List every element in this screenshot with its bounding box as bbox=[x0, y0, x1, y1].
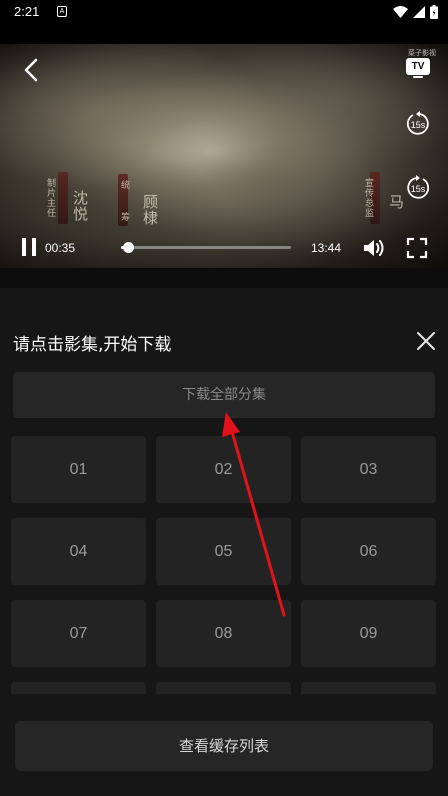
fullscreen-icon[interactable] bbox=[406, 237, 428, 259]
player-controls: 00:35 13:44 bbox=[0, 232, 448, 264]
video-calligraphy: 筹 bbox=[119, 212, 129, 222]
episode-grid: 01 02 03 04 05 06 07 08 09 bbox=[11, 436, 437, 694]
watermark: 菜子影视 bbox=[408, 49, 436, 57]
episode-button[interactable] bbox=[156, 682, 291, 694]
wifi-icon bbox=[393, 6, 408, 18]
status-bar: 2:21 A bbox=[0, 0, 448, 24]
status-icons bbox=[393, 5, 438, 19]
signal-icon bbox=[413, 6, 425, 18]
video-calligraphy: 宣传总监 bbox=[363, 178, 373, 218]
scroll-decoration bbox=[58, 172, 68, 224]
tv-icon: TV bbox=[406, 58, 430, 75]
seek-thumb[interactable] bbox=[123, 242, 135, 253]
close-icon[interactable] bbox=[415, 330, 437, 352]
rewind-icon: 15s bbox=[406, 111, 429, 135]
episode-button[interactable]: 09 bbox=[301, 600, 436, 667]
current-time: 00:35 bbox=[45, 241, 76, 255]
episode-button[interactable]: 08 bbox=[156, 600, 291, 667]
divider bbox=[0, 268, 448, 288]
back-icon[interactable] bbox=[18, 56, 46, 84]
episode-button[interactable]: 05 bbox=[156, 518, 291, 585]
forward-label: 15s bbox=[411, 184, 426, 194]
battery-icon bbox=[430, 5, 438, 19]
cast-tv-button[interactable]: TV bbox=[406, 58, 430, 80]
video-calligraphy: 沈悦 bbox=[71, 190, 89, 222]
episode-button[interactable]: 01 bbox=[11, 436, 146, 503]
forward-15s-button[interactable]: 15s bbox=[404, 174, 432, 202]
episode-button[interactable] bbox=[11, 682, 146, 694]
rewind-label: 15s bbox=[411, 120, 426, 130]
notification-icon: A bbox=[57, 6, 67, 17]
status-time: 2:21 bbox=[14, 4, 40, 19]
video-calligraphy: 顾棣 bbox=[141, 194, 159, 226]
episode-button[interactable]: 02 bbox=[156, 436, 291, 503]
video-calligraphy: 制片主任 bbox=[45, 178, 55, 218]
episode-button[interactable]: 06 bbox=[301, 518, 436, 585]
seek-bar[interactable] bbox=[121, 242, 291, 253]
download-all-button[interactable]: 下载全部分集 bbox=[13, 372, 435, 418]
video-calligraphy: 统 bbox=[119, 180, 129, 190]
video-player[interactable]: 制片主任 沈悦 统 筹 顾棣 宣传总监 马 菜子影视 TV 15s 15s 00… bbox=[0, 44, 448, 268]
rewind-15s-button[interactable]: 15s bbox=[404, 110, 432, 138]
view-cache-list-button[interactable]: 查看缓存列表 bbox=[15, 721, 433, 771]
volume-icon[interactable] bbox=[362, 236, 386, 260]
total-time: 13:44 bbox=[311, 241, 342, 255]
forward-icon: 15s bbox=[407, 175, 430, 199]
pause-icon[interactable] bbox=[22, 238, 36, 256]
episode-button[interactable]: 07 bbox=[11, 600, 146, 667]
episode-button[interactable] bbox=[301, 682, 436, 694]
episode-button[interactable]: 04 bbox=[11, 518, 146, 585]
panel-title: 请点击影集,开始下载 bbox=[13, 335, 172, 355]
download-panel: 请点击影集,开始下载 下载全部分集 01 02 03 04 05 06 07 0… bbox=[0, 288, 448, 796]
episode-button[interactable]: 03 bbox=[301, 436, 436, 503]
tv-stand bbox=[413, 76, 423, 78]
